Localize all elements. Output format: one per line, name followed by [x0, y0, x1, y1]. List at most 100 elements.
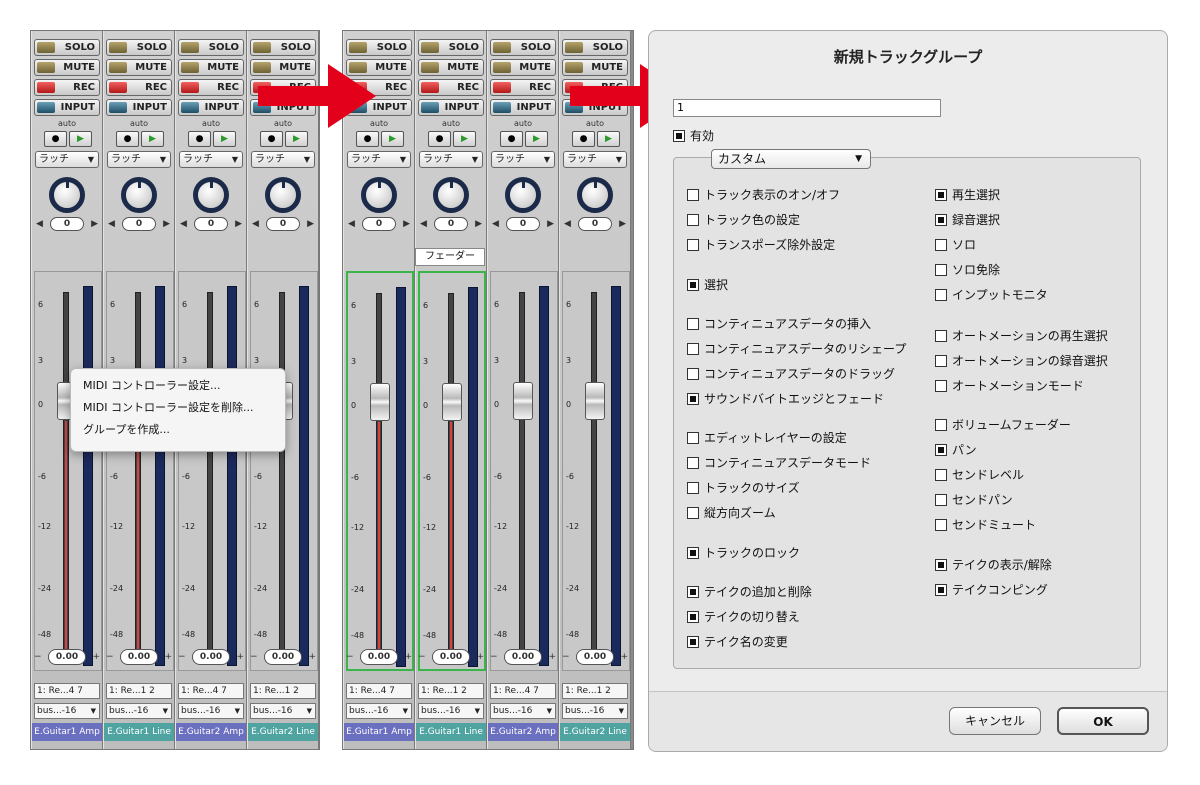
pan-value-field[interactable]: ◀ 0 ▶ [420, 217, 482, 231]
attribute-checkbox[interactable]: エディットレイヤーの設定 [687, 429, 847, 446]
volume-fader-handle[interactable] [513, 382, 533, 420]
input-selector[interactable]: 1: Re...1 2 [562, 683, 628, 699]
pan-value-field[interactable]: ◀ 0 ▶ [252, 217, 314, 231]
track-name[interactable]: E.Guitar1 Line [416, 723, 486, 741]
attribute-checkbox[interactable]: オートメーションモード [935, 377, 1084, 394]
attribute-checkbox[interactable]: サウンドバイトエッジとフェード [687, 390, 884, 407]
record-automation-icon[interactable]: ● [188, 131, 211, 147]
pan-left-arrow-icon[interactable]: ◀ [420, 219, 427, 229]
menu-item-midi-controller-settings[interactable]: MIDI コントローラー設定... [71, 375, 285, 397]
record-automation-icon[interactable]: ● [116, 131, 139, 147]
volume-minus-icon[interactable]: − [418, 652, 426, 662]
pan-knob[interactable] [361, 177, 397, 213]
enabled-checkbox[interactable]: 有効 [673, 127, 714, 144]
record-button[interactable]: REC [418, 79, 484, 96]
mute-button[interactable]: MUTE [418, 59, 484, 76]
volume-fader-handle[interactable] [442, 383, 462, 421]
solo-button[interactable]: SOLO [178, 39, 244, 56]
volume-value-field[interactable]: −0.00 + [178, 649, 244, 665]
track-name[interactable]: E.Guitar2 Amp [176, 723, 246, 741]
solo-button[interactable]: SOLO [562, 39, 628, 56]
record-automation-icon[interactable]: ● [260, 131, 283, 147]
input-selector[interactable]: 1: Re...4 7 [490, 683, 556, 699]
volume-plus-icon[interactable]: + [164, 652, 172, 662]
output-selector[interactable]: bus...-16 [490, 703, 556, 719]
record-automation-icon[interactable]: ● [44, 131, 67, 147]
volume-minus-icon[interactable]: − [490, 652, 498, 662]
mute-button[interactable]: MUTE [106, 59, 172, 76]
play-automation-icon[interactable]: ▶ [69, 131, 92, 147]
automation-mode-select[interactable]: ラッチ [563, 151, 627, 168]
pan-value-field[interactable]: ◀ 0 ▶ [180, 217, 242, 231]
track-name[interactable]: E.Guitar2 Line [248, 723, 318, 741]
input-selector[interactable]: 1: Re...4 7 [178, 683, 244, 699]
output-selector[interactable]: bus...-16 [346, 703, 412, 719]
volume-minus-icon[interactable]: − [106, 652, 114, 662]
pan-value-field[interactable]: ◀ 0 ▶ [564, 217, 626, 231]
attribute-checkbox[interactable]: ボリュームフェーダー [935, 416, 1071, 433]
mute-button[interactable]: MUTE [34, 59, 100, 76]
pan-right-arrow-icon[interactable]: ▶ [163, 219, 170, 229]
pan-value-field[interactable]: ◀ 0 ▶ [348, 217, 410, 231]
volume-plus-icon[interactable]: + [548, 652, 556, 662]
pan-right-arrow-icon[interactable]: ▶ [307, 219, 314, 229]
mute-button[interactable]: MUTE [250, 59, 316, 76]
solo-button[interactable]: SOLO [106, 39, 172, 56]
solo-button[interactable]: SOLO [490, 39, 556, 56]
volume-plus-icon[interactable]: + [476, 652, 484, 662]
pan-left-arrow-icon[interactable]: ◀ [180, 219, 187, 229]
input-button[interactable]: INPUT [178, 99, 244, 116]
output-selector[interactable]: bus...-16 [34, 703, 100, 719]
pan-right-arrow-icon[interactable]: ▶ [547, 219, 554, 229]
record-automation-icon[interactable]: ● [500, 131, 523, 147]
solo-button[interactable]: SOLO [418, 39, 484, 56]
mute-button[interactable]: MUTE [178, 59, 244, 76]
attribute-checkbox[interactable]: トランスポーズ除外設定 [687, 236, 835, 253]
pan-knob[interactable] [265, 177, 301, 213]
attribute-checkbox[interactable]: オートメーションの再生選択 [935, 327, 1108, 344]
pan-knob[interactable] [193, 177, 229, 213]
track-name[interactable]: E.Guitar2 Amp [488, 723, 558, 741]
attribute-checkbox[interactable]: コンティニュアスデータモード [687, 454, 871, 471]
play-automation-icon[interactable]: ▶ [141, 131, 164, 147]
play-automation-icon[interactable]: ▶ [525, 131, 548, 147]
automation-mode-select[interactable]: ラッチ [35, 151, 99, 168]
volume-minus-icon[interactable]: − [34, 652, 42, 662]
input-selector[interactable]: 1: Re...1 2 [250, 683, 316, 699]
output-selector[interactable]: bus...-16 [562, 703, 628, 719]
input-selector[interactable]: 1: Re...1 2 [106, 683, 172, 699]
output-selector[interactable]: bus...-16 [106, 703, 172, 719]
pan-value-field[interactable]: ◀ 0 ▶ [36, 217, 98, 231]
input-button[interactable]: INPUT [490, 99, 556, 116]
volume-plus-icon[interactable]: + [620, 652, 628, 662]
input-button[interactable]: INPUT [34, 99, 100, 116]
pan-right-arrow-icon[interactable]: ▶ [403, 219, 410, 229]
play-automation-icon[interactable]: ▶ [453, 131, 476, 147]
record-button[interactable]: REC [490, 79, 556, 96]
automation-mode-select[interactable]: ラッチ [107, 151, 171, 168]
automation-mode-select[interactable]: ラッチ [251, 151, 315, 168]
volume-value-field[interactable]: −0.00 + [490, 649, 556, 665]
preset-dropdown[interactable]: カスタム [711, 149, 871, 169]
volume-fader-handle[interactable] [370, 383, 390, 421]
play-automation-icon[interactable]: ▶ [381, 131, 404, 147]
attribute-checkbox[interactable]: オートメーションの録音選択 [935, 352, 1108, 369]
attribute-checkbox[interactable]: テイクの切り替え [687, 608, 800, 625]
attribute-checkbox[interactable]: トラックのロック [687, 544, 800, 561]
track-name[interactable]: E.Guitar2 Line [560, 723, 630, 741]
input-button[interactable]: INPUT [418, 99, 484, 116]
record-automation-icon[interactable]: ● [428, 131, 451, 147]
pan-left-arrow-icon[interactable]: ◀ [492, 219, 499, 229]
volume-value-field[interactable]: −0.00 + [106, 649, 172, 665]
attribute-checkbox[interactable]: 再生選択 [935, 186, 1000, 203]
record-button[interactable]: REC [178, 79, 244, 96]
attribute-checkbox[interactable]: コンティニュアスデータのリシェープ [687, 340, 906, 357]
solo-button[interactable]: SOLO [250, 39, 316, 56]
volume-fader-handle[interactable] [585, 382, 605, 420]
pan-knob[interactable] [433, 177, 469, 213]
automation-mode-select[interactable]: ラッチ [419, 151, 483, 168]
pan-right-arrow-icon[interactable]: ▶ [619, 219, 626, 229]
attribute-checkbox[interactable]: テイクコンピング [935, 581, 1048, 598]
attribute-checkbox[interactable]: 縦方向ズーム [687, 504, 776, 521]
pan-left-arrow-icon[interactable]: ◀ [348, 219, 355, 229]
